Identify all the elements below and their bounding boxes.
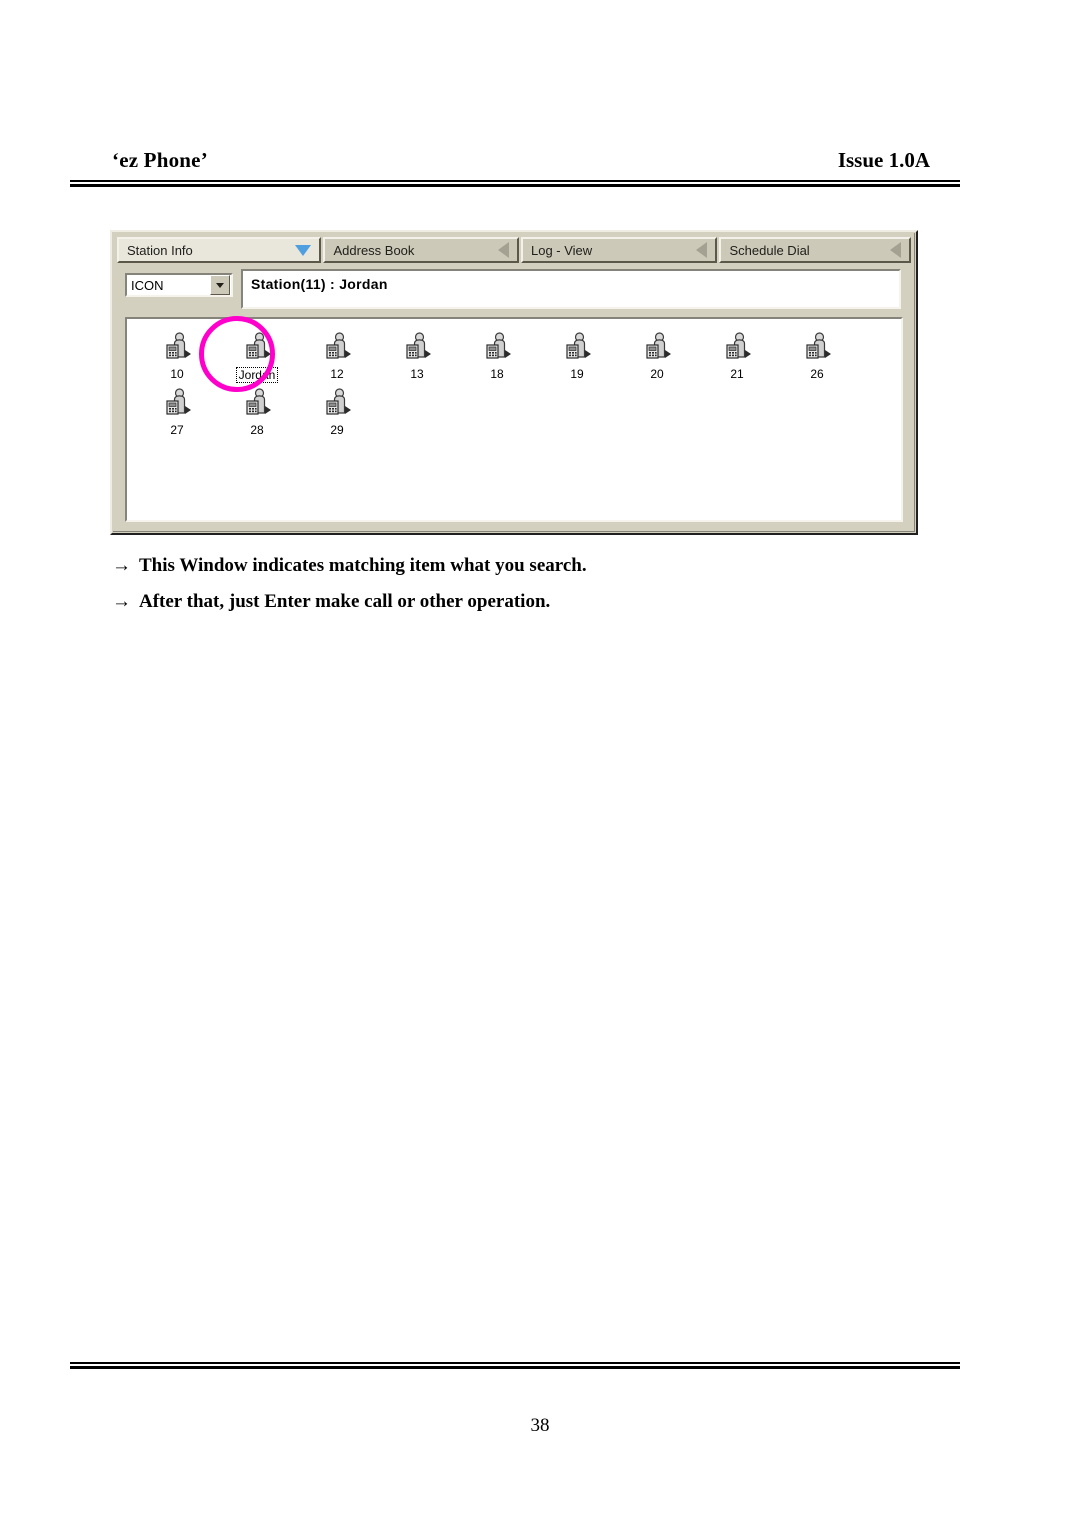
station-item[interactable]: 13 — [377, 327, 457, 383]
station-phone-icon — [720, 331, 754, 365]
station-phone-icon — [400, 331, 434, 365]
station-item[interactable]: 27 — [137, 383, 217, 437]
station-phone-icon — [240, 387, 274, 421]
station-phone-icon — [800, 331, 834, 365]
tab-station-info-label: Station Info — [127, 242, 193, 258]
header-rule — [70, 180, 960, 187]
chevron-down-icon — [295, 244, 312, 256]
note-line-1-text: This Window indicates matching item what… — [139, 555, 587, 576]
arrow-right-icon: → — [112, 555, 131, 576]
station-phone-icon — [320, 387, 354, 421]
station-item-label: 21 — [730, 367, 744, 381]
station-item-label: 18 — [490, 367, 504, 381]
tab-strip: Station Info Address Book Log - View Sch… — [117, 237, 911, 263]
tab-schedule-dial-label: Schedule Dial — [729, 242, 810, 258]
station-phone-icon — [320, 331, 354, 365]
page-number: 38 — [530, 1415, 550, 1436]
station-item-label: 12 — [330, 367, 344, 381]
station-item[interactable]: 29 — [297, 383, 377, 437]
tab-address-book[interactable]: Address Book — [323, 237, 519, 263]
station-item[interactable]: 12 — [297, 327, 377, 383]
station-phone-icon — [240, 331, 274, 365]
station-item-label: 28 — [250, 423, 264, 437]
note-line-1: → This Window indicates matching item wha… — [112, 555, 932, 577]
view-mode-combo-value: ICON — [131, 277, 164, 293]
station-icon-grid: 10 Jordan 12 13 18 19 20 21 26 27 28 29 — [137, 327, 893, 437]
station-item-label: 13 — [410, 367, 424, 381]
note-line-2: → After that, just Enter make call or oth… — [112, 591, 932, 613]
station-item-label: 27 — [170, 423, 184, 437]
tab-station-info[interactable]: Station Info — [117, 237, 322, 263]
header-right-title: Issue 1.0A — [837, 148, 930, 172]
station-item[interactable]: 20 — [617, 327, 697, 383]
station-phone-icon — [480, 331, 514, 365]
status-text: Station(11) : Jordan — [251, 276, 388, 292]
station-phone-icon — [560, 331, 594, 365]
station-item-label: 10 — [170, 367, 184, 381]
station-item-label: 26 — [810, 367, 824, 381]
tab-log-view-label: Log - View — [530, 242, 593, 258]
filter-row: ICON Station(11) : Jordan — [121, 269, 907, 313]
station-item[interactable]: Jordan — [217, 327, 297, 383]
header-left-title: ‘ez Phone’ — [112, 148, 208, 172]
chevron-left-icon — [497, 242, 509, 258]
footer-rule — [70, 1362, 960, 1369]
station-list-panel[interactable]: 10 Jordan 12 13 18 19 20 21 26 27 28 29 — [125, 317, 903, 522]
view-mode-combo[interactable]: ICON — [125, 273, 233, 297]
note-line-2-text: After that, just Enter make call or othe… — [139, 591, 551, 612]
status-panel: Station(11) : Jordan — [241, 269, 901, 309]
station-item[interactable]: 28 — [217, 383, 297, 437]
ez-phone-window: Station Info Address Book Log - View Sch… — [110, 230, 918, 535]
arrow-right-icon: → — [112, 591, 131, 612]
station-item[interactable]: 26 — [777, 327, 857, 383]
station-item-label: 20 — [650, 367, 664, 381]
tab-address-book-label: Address Book — [333, 242, 415, 258]
station-item-label: 29 — [330, 423, 344, 437]
chevron-left-icon — [696, 242, 708, 258]
tab-schedule-dial[interactable]: Schedule Dial — [719, 237, 911, 263]
station-phone-icon — [160, 387, 194, 421]
notes-block: → This Window indicates matching item wha… — [112, 555, 932, 627]
station-phone-icon — [160, 331, 194, 365]
document-header: ‘ez Phone’ Issue 1.0A — [70, 148, 960, 182]
chevron-down-icon — [216, 282, 224, 288]
station-item-label: 19 — [570, 367, 584, 381]
station-item[interactable]: 10 — [137, 327, 217, 383]
station-item-label: Jordan — [235, 367, 279, 383]
chevron-left-icon — [890, 242, 901, 258]
station-phone-icon — [640, 331, 674, 365]
combo-dropdown-button[interactable] — [210, 275, 230, 295]
station-item[interactable]: 18 — [457, 327, 537, 383]
station-item[interactable]: 21 — [697, 327, 777, 383]
station-item[interactable]: 19 — [537, 327, 617, 383]
tab-log-view[interactable]: Log - View — [520, 237, 718, 263]
window-inner-frame: Station Info Address Book Log - View Sch… — [113, 233, 915, 532]
